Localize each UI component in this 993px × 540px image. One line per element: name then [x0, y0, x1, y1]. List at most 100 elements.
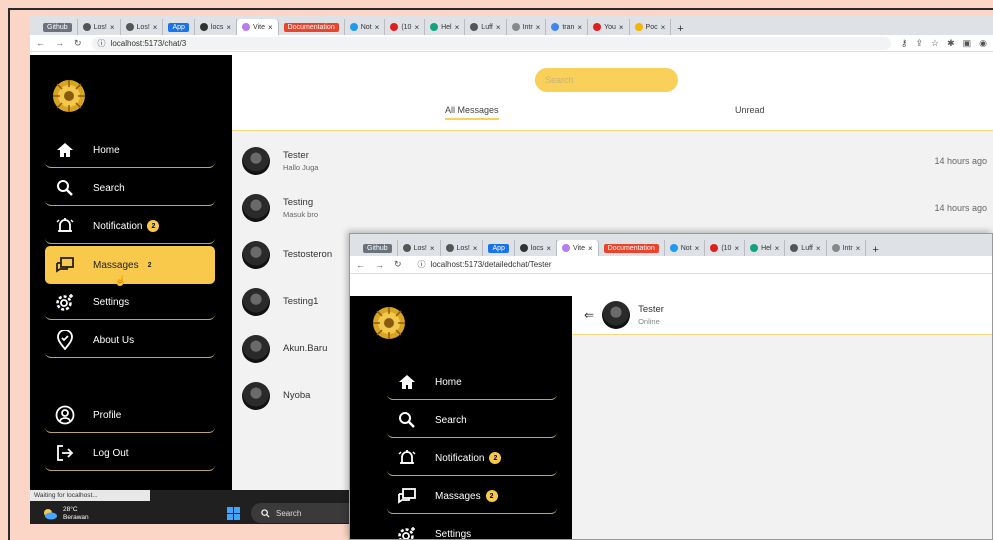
- profile-avatar-icon[interactable]: ◉: [979, 38, 987, 49]
- back-icon-2[interactable]: ←: [356, 260, 365, 270]
- tab-unread[interactable]: Unread: [735, 105, 765, 118]
- close-tab-icon[interactable]: ×: [430, 244, 435, 253]
- new-tab-icon[interactable]: +: [671, 23, 689, 35]
- browser-tab[interactable]: App: [483, 240, 515, 256]
- browser-tab[interactable]: Poc ×: [630, 19, 672, 35]
- star-icon[interactable]: ☆: [931, 38, 939, 49]
- chat-name: Testosteron: [283, 248, 333, 260]
- url-field-2[interactable]: ⓘ localhost:5173/detailedchat/Tester: [411, 258, 986, 271]
- browser-tab[interactable]: (10 ×: [705, 240, 746, 256]
- close-tab-icon[interactable]: ×: [661, 23, 666, 32]
- key-icon[interactable]: ⚷: [901, 38, 908, 49]
- close-tab-icon[interactable]: ×: [588, 244, 593, 253]
- browser-tab[interactable]: You ×: [588, 19, 630, 35]
- chat-info: Testing Masuk bro: [283, 197, 318, 219]
- nav-about[interactable]: About Us: [45, 323, 215, 358]
- chat-list-item[interactable]: Tester Hallo Juga 14 hours ago: [242, 141, 987, 181]
- bell-icon-2: [398, 450, 416, 464]
- browser-tab[interactable]: Documentation: [279, 19, 345, 35]
- browser-tab[interactable]: Intr ×: [827, 240, 867, 256]
- nav-home[interactable]: Home: [45, 133, 215, 168]
- favicon-icon: [519, 244, 528, 252]
- back-icon[interactable]: ←: [36, 38, 45, 48]
- extensions-icon[interactable]: ✱: [947, 38, 955, 49]
- browser-tab[interactable]: Not ×: [345, 19, 386, 35]
- share-icon[interactable]: ⇪: [915, 38, 923, 49]
- sidepanel-icon[interactable]: ▣: [963, 38, 972, 49]
- close-tab-icon[interactable]: ×: [496, 23, 501, 32]
- close-tab-icon[interactable]: ×: [110, 23, 115, 32]
- browser-tab[interactable]: Los! ×: [78, 19, 121, 35]
- windows-start-icon[interactable]: [227, 507, 240, 520]
- nav-about-label: About Us: [93, 334, 135, 346]
- close-tab-icon[interactable]: ×: [536, 23, 541, 32]
- browser-tab[interactable]: Luff ×: [785, 240, 827, 256]
- close-tab-icon[interactable]: ×: [775, 244, 780, 253]
- info-icon[interactable]: ⓘ: [98, 38, 106, 49]
- browser-tab[interactable]: Intr ×: [507, 19, 547, 35]
- forward-icon-2[interactable]: →: [375, 260, 384, 270]
- nav-messages-2[interactable]: Massages 2: [387, 479, 557, 514]
- nav-home-2[interactable]: Home: [387, 365, 557, 400]
- close-tab-icon[interactable]: ×: [695, 244, 700, 253]
- reload-icon-2[interactable]: ↻: [394, 259, 402, 270]
- close-tab-icon[interactable]: ×: [577, 23, 582, 32]
- browser-tab[interactable]: Luff ×: [465, 19, 507, 35]
- nav-search[interactable]: Search: [45, 171, 215, 206]
- browser-tab[interactable]: tran ×: [546, 19, 589, 35]
- close-tab-icon[interactable]: ×: [546, 244, 551, 253]
- notification-badge: 2: [147, 220, 160, 232]
- nav-profile[interactable]: Profile: [45, 398, 215, 433]
- browser-tab[interactable]: App: [163, 19, 195, 35]
- nav-messages[interactable]: Massages 2 ☝: [45, 246, 215, 287]
- back-arrow-icon[interactable]: ⇐: [584, 308, 594, 322]
- close-tab-icon[interactable]: ×: [375, 23, 380, 32]
- browser-tab[interactable]: Hel ×: [745, 240, 786, 256]
- browser-tab[interactable]: Los! ×: [441, 240, 484, 256]
- nav-settings-2[interactable]: Settings: [387, 517, 557, 539]
- weather-widget[interactable]: 28°C Berawan: [42, 506, 89, 522]
- forward-icon[interactable]: →: [55, 38, 64, 48]
- taskbar-search[interactable]: Search: [251, 503, 361, 523]
- browser-tab[interactable]: locs ×: [515, 240, 558, 256]
- close-tab-icon[interactable]: ×: [856, 244, 861, 253]
- url-field[interactable]: ⓘ localhost:5173/chat/3: [91, 36, 891, 50]
- close-tab-icon[interactable]: ×: [268, 23, 273, 32]
- nav-settings[interactable]: Settings: [45, 285, 215, 320]
- browser-tab[interactable]: Los! ×: [398, 240, 441, 256]
- nav-logout[interactable]: Log Out: [45, 436, 215, 471]
- info-icon-2[interactable]: ⓘ: [418, 259, 426, 270]
- close-tab-icon[interactable]: ×: [734, 244, 739, 253]
- close-tab-icon[interactable]: ×: [153, 23, 158, 32]
- browser-tab[interactable]: (10 ×: [385, 19, 426, 35]
- close-tab-icon[interactable]: ×: [455, 23, 460, 32]
- chat-header: ⇐ Tester Online: [572, 296, 992, 335]
- browser-tab[interactable]: Vite ×: [237, 19, 279, 35]
- browser-tab[interactable]: locs ×: [195, 19, 238, 35]
- reload-icon[interactable]: ↻: [74, 38, 82, 49]
- nav-notification-2[interactable]: Notification 2: [387, 441, 557, 476]
- close-tab-icon[interactable]: ×: [226, 23, 231, 32]
- tab-title: Hel: [761, 244, 772, 252]
- close-tab-icon[interactable]: ×: [816, 244, 821, 253]
- close-tab-icon[interactable]: ×: [473, 244, 478, 253]
- browser-tab[interactable]: Vite ×: [557, 240, 599, 256]
- nav-search-2[interactable]: Search: [387, 403, 557, 438]
- tab-title: Intr: [842, 244, 853, 252]
- browser-tab[interactable]: Hel ×: [425, 19, 466, 35]
- close-tab-icon[interactable]: ×: [619, 23, 624, 32]
- browser-tab[interactable]: Documentation: [599, 240, 665, 256]
- new-tab-icon[interactable]: +: [866, 244, 884, 256]
- close-tab-icon[interactable]: ×: [414, 23, 419, 32]
- search-input[interactable]: Search: [535, 68, 678, 92]
- browser-tab[interactable]: Github: [38, 19, 78, 35]
- chat-avatar: [242, 335, 270, 363]
- nav-notification[interactable]: Notification 2: [45, 209, 215, 244]
- tab-all-messages[interactable]: All Messages: [445, 105, 499, 120]
- browser-tab[interactable]: Los! ×: [121, 19, 164, 35]
- chat-info: Tester Hallo Juga: [283, 150, 318, 172]
- browser-tools: ⚷ ⇪ ☆ ✱ ▣ ◉: [901, 38, 987, 49]
- browser-tab[interactable]: Not ×: [665, 240, 706, 256]
- chat-list-item[interactable]: Testing Masuk bro 14 hours ago: [242, 188, 987, 228]
- browser-tab[interactable]: Github: [358, 240, 398, 256]
